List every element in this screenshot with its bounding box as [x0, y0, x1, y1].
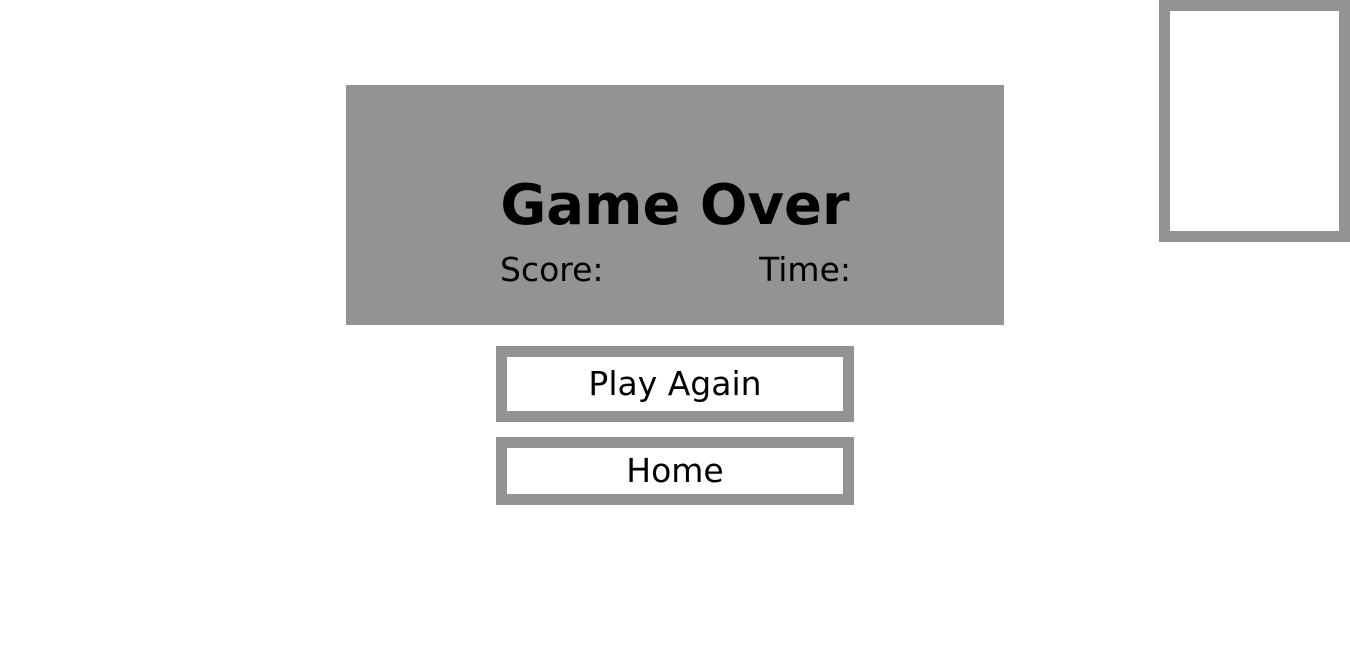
game-over-panel: Game Over Score: Time: [346, 85, 1004, 325]
time-label: Time: [759, 250, 851, 289]
play-again-button[interactable]: Play Again [496, 346, 854, 422]
score-label: Score: [500, 250, 604, 289]
stats-row: Score: Time: [500, 251, 851, 289]
home-button[interactable]: Home [496, 437, 854, 505]
game-over-title: Game Over [500, 173, 850, 238]
side-panel-box [1159, 0, 1350, 242]
